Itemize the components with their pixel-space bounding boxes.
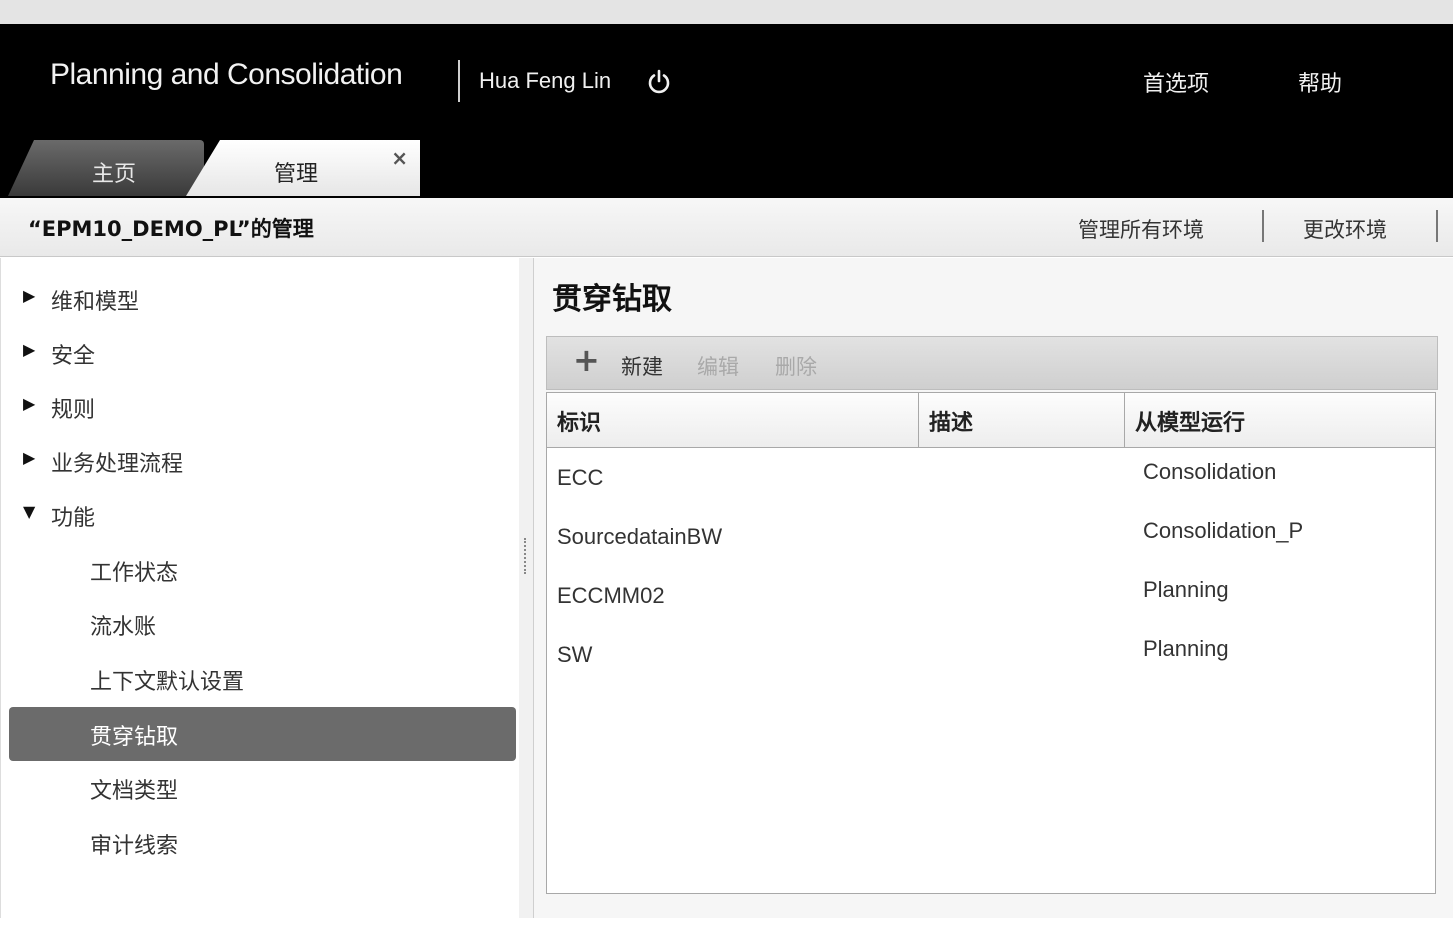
delete-button[interactable]: 删除 xyxy=(775,351,817,381)
sidebar-item-work-status[interactable]: 工作状态 xyxy=(1,545,519,593)
cell-model: Planning xyxy=(1143,636,1229,661)
top-strip xyxy=(0,0,1453,25)
page-title: “EPM10_DEMO_PL”的管理 xyxy=(28,217,314,241)
cell-model: Planning xyxy=(1143,577,1229,602)
sidebar-item-document-types[interactable]: 文档类型 xyxy=(1,763,519,811)
link-separator xyxy=(1262,210,1264,242)
sidebar-item-label: 文档类型 xyxy=(90,779,179,804)
sidebar-item-label: 规则 xyxy=(51,398,96,423)
sidebar-item-security[interactable]: ▶ 安全 xyxy=(1,328,519,376)
expand-arrow-icon: ▶ xyxy=(23,286,36,305)
column-separator[interactable] xyxy=(1124,393,1125,447)
main-panel: 贯穿钻取 + 新建 编辑 删除 标识 描述 从模型运行 ECC Consolid… xyxy=(534,258,1453,918)
tab-home-label: 主页 xyxy=(92,162,137,187)
table-row[interactable]: SW Planning xyxy=(547,626,1435,684)
sidebar-item-journals[interactable]: 流水账 xyxy=(1,599,519,647)
close-icon[interactable]: × xyxy=(391,146,408,170)
user-name: Hua Feng Lin xyxy=(479,68,612,93)
table-row[interactable]: SourcedatainBW Consolidation_P xyxy=(547,508,1435,566)
sidebar-item-rules[interactable]: ▶ 规则 xyxy=(1,382,519,430)
expand-arrow-icon: ▶ xyxy=(23,394,36,413)
sidebar-item-label: 维和模型 xyxy=(51,290,140,315)
column-header-id[interactable]: 标识 xyxy=(557,405,601,437)
app-title: Planning and Consolidation xyxy=(50,58,403,91)
section-title: 贯穿钻取 xyxy=(552,282,672,317)
sidebar-item-business-process-flows[interactable]: ▶ 业务处理流程 xyxy=(1,436,519,484)
cell-model: Consolidation_P xyxy=(1143,518,1304,543)
sidebar-item-dimensions-and-models[interactable]: ▶ 维和模型 xyxy=(1,274,519,322)
table-row[interactable]: ECC Consolidation xyxy=(547,449,1435,507)
sidebar: ▶ 维和模型 ▶ 安全 ▶ 规则 ▶ 业务处理流程 ▼ 功能 工作状态 流水账 … xyxy=(0,258,520,918)
splitter-grip-icon[interactable] xyxy=(524,538,529,574)
cell-id: SourcedatainBW xyxy=(557,524,723,549)
help-link[interactable]: 帮助 xyxy=(1298,66,1342,98)
power-icon[interactable] xyxy=(645,68,673,96)
sidebar-item-audit-trail[interactable]: 审计线索 xyxy=(1,818,519,866)
sidebar-item-label: 工作状态 xyxy=(90,561,179,586)
expand-arrow-icon: ▶ xyxy=(23,448,36,467)
preferences-link[interactable]: 首选项 xyxy=(1143,66,1209,98)
column-header-run-from-model[interactable]: 从模型运行 xyxy=(1135,405,1245,437)
new-button[interactable]: 新建 xyxy=(621,351,663,381)
link-separator xyxy=(1436,210,1438,242)
cell-id: SW xyxy=(557,642,593,667)
sidebar-item-label: 审计线索 xyxy=(90,834,179,859)
edit-button[interactable]: 编辑 xyxy=(697,351,739,381)
sidebar-item-features[interactable]: ▼ 功能 xyxy=(1,490,519,538)
cell-id: ECCMM02 xyxy=(557,583,665,608)
sidebar-item-label: 安全 xyxy=(51,344,96,369)
toolbar: + 新建 编辑 删除 xyxy=(546,336,1438,390)
cell-id: ECC xyxy=(557,465,604,490)
table-row[interactable]: ECCMM02 Planning xyxy=(547,567,1435,625)
sidebar-item-label: 上下文默认设置 xyxy=(90,670,245,695)
page-subheader: “EPM10_DEMO_PL”的管理 管理所有环境 更改环境 xyxy=(0,198,1453,257)
change-environment-link[interactable]: 更改环境 xyxy=(1303,214,1387,244)
sidebar-item-label: 功能 xyxy=(51,506,96,531)
sidebar-item-label: 流水账 xyxy=(90,615,157,640)
sidebar-item-drill-through[interactable]: 贯穿钻取 xyxy=(9,707,516,761)
collapse-arrow-icon: ▼ xyxy=(23,502,36,521)
manage-all-environments-link[interactable]: 管理所有环境 xyxy=(1078,214,1204,244)
column-separator[interactable] xyxy=(918,393,919,447)
pane-splitter[interactable] xyxy=(519,258,534,918)
title-separator xyxy=(458,60,460,102)
table-header: 标识 描述 从模型运行 xyxy=(547,393,1435,448)
plus-icon[interactable]: + xyxy=(573,344,600,376)
tab-administration-label: 管理 xyxy=(274,162,319,187)
tab-administration[interactable]: 管理 × xyxy=(186,140,420,196)
tab-home[interactable]: 主页 xyxy=(8,140,204,196)
sidebar-item-label: 业务处理流程 xyxy=(51,452,184,477)
drill-through-table: 标识 描述 从模型运行 ECC Consolidation Sourcedata… xyxy=(546,392,1436,894)
column-header-description[interactable]: 描述 xyxy=(929,405,973,437)
app-header: Planning and Consolidation Hua Feng Lin … xyxy=(0,24,1453,198)
sidebar-item-context-defaults[interactable]: 上下文默认设置 xyxy=(1,654,519,702)
cell-model: Consolidation xyxy=(1143,459,1277,484)
sidebar-item-label: 贯穿钻取 xyxy=(90,725,179,750)
expand-arrow-icon: ▶ xyxy=(23,340,36,359)
